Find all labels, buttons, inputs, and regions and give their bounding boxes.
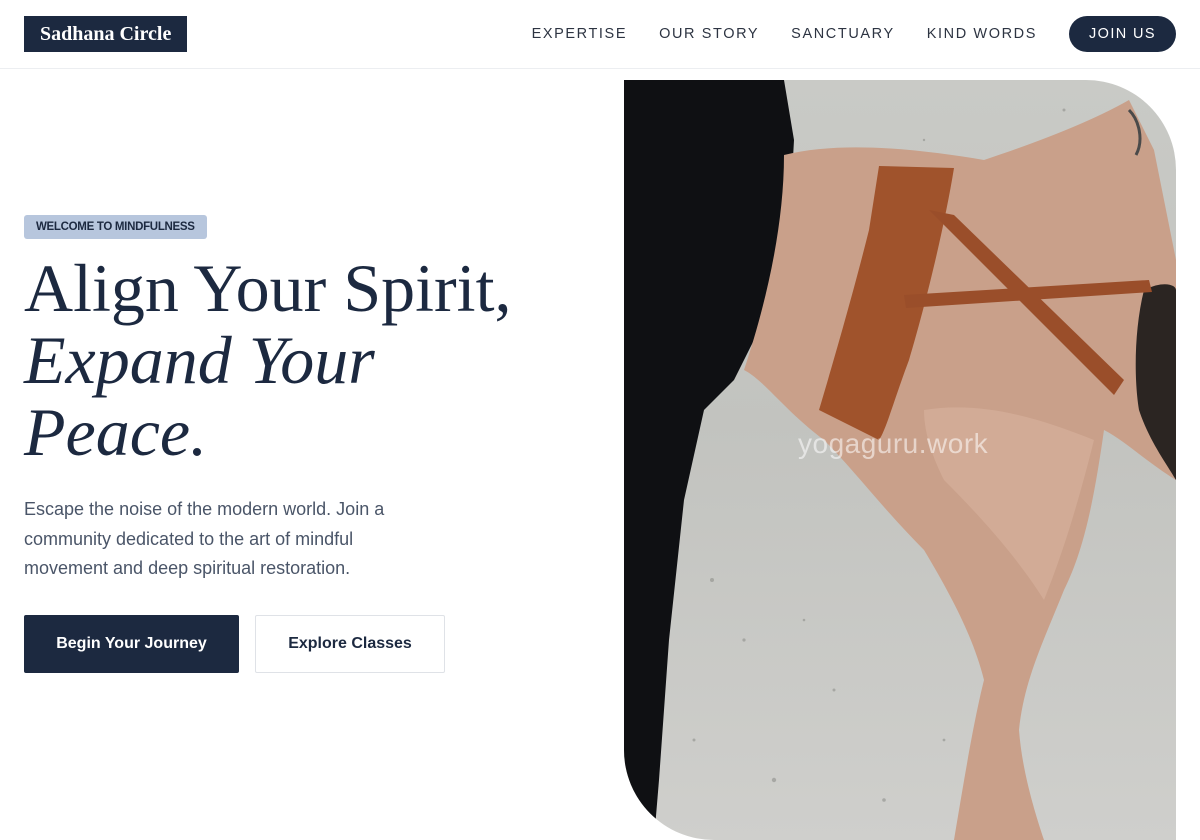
- begin-journey-button[interactable]: Begin Your Journey: [24, 615, 239, 673]
- nav-link-our-story[interactable]: OUR STORY: [659, 16, 759, 52]
- welcome-badge: WELCOME TO MINDFULNESS: [24, 215, 207, 239]
- watermark-text: yogaguru.work: [798, 428, 989, 459]
- headline-line-1: Align Your Spirit,: [24, 250, 512, 326]
- yoga-pose-illustration: [624, 80, 1176, 840]
- nav-link-expertise[interactable]: EXPERTISE: [532, 16, 628, 52]
- hero-description: Escape the noise of the modern world. Jo…: [24, 499, 385, 578]
- hero-headline: Align Your Spirit, Expand Your Peace.: [24, 252, 584, 468]
- headline-line-2: Expand Your: [24, 322, 375, 398]
- site-header: Sadhana Circle EXPERTISE OUR STORY SANCT…: [0, 0, 1200, 69]
- hero-yoga-photo: [624, 80, 1176, 840]
- nav-link-kind-words[interactable]: KIND WORDS: [927, 16, 1037, 52]
- main-nav: EXPERTISE OUR STORY SANCTUARY KIND WORDS…: [532, 16, 1176, 52]
- brand-logo[interactable]: Sadhana Circle: [24, 16, 188, 52]
- join-us-button[interactable]: JOIN US: [1069, 16, 1176, 52]
- headline-line-3: Peace.: [24, 394, 208, 470]
- explore-classes-button[interactable]: Explore Classes: [255, 615, 445, 673]
- nav-link-sanctuary[interactable]: SANCTUARY: [791, 16, 895, 52]
